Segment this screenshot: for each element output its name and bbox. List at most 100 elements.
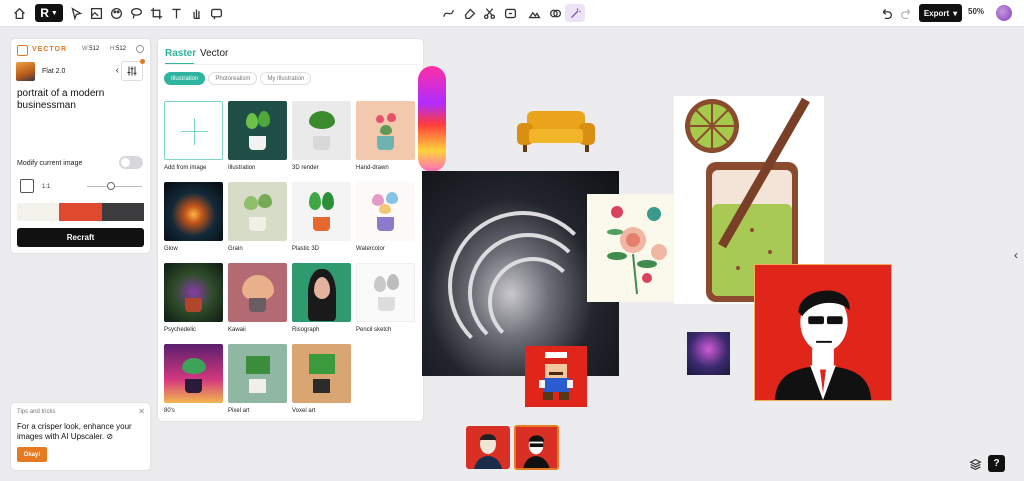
- zoom-level[interactable]: 50%: [968, 7, 984, 16]
- style-label: Kawaii: [228, 327, 246, 333]
- neon-tower-image[interactable]: [418, 66, 446, 172]
- style-selector[interactable]: Flat 2.0 ‹: [16, 61, 119, 81]
- style-thumbnail: [356, 101, 415, 160]
- ratio-slider-handle[interactable]: [107, 182, 115, 190]
- chevron-down-icon: ▼: [50, 9, 58, 17]
- tips-title: Tips and tricks: [17, 409, 56, 415]
- crop-tool-icon[interactable]: [148, 5, 164, 21]
- style-label: 80's: [164, 408, 175, 414]
- chevron-left-icon[interactable]: ‹: [116, 65, 119, 76]
- yellow-sofa-image[interactable]: [515, 109, 597, 153]
- model-label[interactable]: VECTOR: [32, 46, 67, 53]
- style-thumbnail: [292, 101, 351, 160]
- mushroom-image[interactable]: [687, 332, 730, 375]
- style-tile-3d-render[interactable]: 3D render: [292, 101, 351, 171]
- tab-divider: [165, 64, 417, 65]
- style-tile-psychedelic[interactable]: Psychedelic: [164, 263, 223, 333]
- logo-letter: R: [40, 6, 49, 20]
- style-tile-hand-drawn[interactable]: Hand-drawn: [356, 101, 415, 171]
- notification-dot: [140, 59, 145, 64]
- style-thumbnail: [228, 344, 287, 403]
- style-thumbnail: [228, 182, 287, 241]
- style-tile-voxel-art[interactable]: Voxel art: [292, 344, 351, 414]
- help-button[interactable]: ?: [988, 455, 1005, 472]
- style-tile-kawaii[interactable]: Kawaii: [228, 263, 287, 333]
- home-icon[interactable]: [11, 5, 27, 21]
- aspect-ratio-value: 1:1: [42, 184, 51, 190]
- style-tile-illustration[interactable]: Illustration: [228, 101, 287, 171]
- style-thumbnail: [356, 182, 415, 241]
- style-thumbnail: [164, 344, 223, 403]
- magic-tool-icon[interactable]: [565, 4, 585, 22]
- okay-button[interactable]: Okay!: [17, 447, 47, 462]
- style-label: Voxel art: [292, 408, 316, 414]
- style-picker-panel: Raster Vector Illustration Photorealism …: [158, 39, 423, 421]
- upscaler-icon: ⊘: [106, 432, 114, 441]
- tab-vector[interactable]: Vector: [200, 48, 228, 59]
- style-tile-watercolor[interactable]: Watercolor: [356, 182, 415, 252]
- upscale-tool-icon[interactable]: [502, 5, 518, 21]
- style-label: Pencil sketch: [356, 327, 392, 333]
- history-thumbnail[interactable]: [466, 426, 510, 469]
- logo-menu-button[interactable]: R ▼: [35, 4, 63, 22]
- chevron-left-icon[interactable]: ‹: [1014, 248, 1018, 262]
- tab-raster[interactable]: Raster: [165, 48, 196, 59]
- top-toolbar: R ▼ Export ▾ 50%: [0, 0, 1024, 27]
- style-tile-80s[interactable]: 80's: [164, 344, 223, 414]
- filter-my-illustration[interactable]: My Illustration: [260, 72, 312, 85]
- style-tile-add-from-image[interactable]: Add from image: [164, 101, 223, 171]
- palette-swatch[interactable]: [101, 203, 144, 221]
- history-thumbnail-selected[interactable]: [514, 425, 559, 470]
- variations-tool-icon[interactable]: [547, 5, 563, 21]
- advanced-settings-button[interactable]: [121, 61, 143, 81]
- pixel-character-image[interactable]: [525, 346, 587, 407]
- tips-text: For a crisper look, enhance your images …: [17, 422, 147, 442]
- close-icon[interactable]: ✕: [138, 407, 145, 416]
- palette-swatch[interactable]: [59, 203, 102, 221]
- hand-tool-icon[interactable]: [188, 5, 204, 21]
- style-tile-plastic-3d[interactable]: Plastic 3D: [292, 182, 351, 252]
- text-tool-icon[interactable]: [168, 5, 184, 21]
- palette-swatch[interactable]: [17, 203, 60, 221]
- frame-tool-icon[interactable]: [88, 5, 104, 21]
- style-filters: Illustration Photorealism My Illustratio…: [164, 72, 312, 85]
- style-label: Glow: [164, 246, 178, 252]
- vector-model-icon: [17, 45, 28, 56]
- modify-image-toggle[interactable]: [119, 156, 143, 169]
- scissors-tool-icon[interactable]: [481, 5, 497, 21]
- tips-message: For a crisper look, enhance your images …: [17, 422, 132, 441]
- palette-tool-icon[interactable]: [108, 5, 124, 21]
- curve-tool-icon[interactable]: [440, 5, 456, 21]
- eraser-tool-icon[interactable]: [461, 5, 477, 21]
- style-label: Psychedelic: [164, 327, 197, 333]
- aspect-ratio-icon[interactable]: [20, 179, 34, 193]
- lasso-tool-icon[interactable]: [128, 5, 144, 21]
- width-field[interactable]: W:512: [82, 46, 99, 52]
- layers-icon[interactable]: [966, 455, 984, 473]
- color-palette[interactable]: [17, 203, 144, 221]
- height-field[interactable]: H:512: [110, 46, 126, 52]
- style-label: Grain: [228, 246, 243, 252]
- style-label: Watercolor: [356, 246, 385, 252]
- prompt-input[interactable]: portrait of a modern businessman: [17, 88, 142, 112]
- history-clock-icon[interactable]: [136, 45, 144, 53]
- style-tile-glow[interactable]: Glow: [164, 182, 223, 252]
- export-button[interactable]: Export ▾: [919, 4, 962, 22]
- filter-illustration[interactable]: Illustration: [164, 72, 206, 85]
- businessman-portrait-image[interactable]: [754, 264, 892, 401]
- background-remove-icon[interactable]: [526, 5, 542, 21]
- avatar[interactable]: [996, 5, 1012, 21]
- style-label: Add from image: [164, 165, 207, 171]
- style-tile-pixel-art[interactable]: Pixel art: [228, 344, 287, 414]
- comment-tool-icon[interactable]: [208, 5, 224, 21]
- recraft-button[interactable]: Recraft: [17, 228, 144, 247]
- style-tile-risograph[interactable]: Risograph: [292, 263, 351, 333]
- redo-icon[interactable]: [898, 5, 914, 21]
- filter-photorealism[interactable]: Photorealism: [208, 72, 258, 85]
- height-value: 512: [116, 46, 127, 52]
- style-tile-pencil-sketch[interactable]: Pencil sketch: [356, 263, 415, 333]
- style-tile-grain[interactable]: Grain: [228, 182, 287, 252]
- select-tool-icon[interactable]: [68, 5, 84, 21]
- undo-icon[interactable]: [878, 5, 894, 21]
- style-label: Risograph: [292, 327, 320, 333]
